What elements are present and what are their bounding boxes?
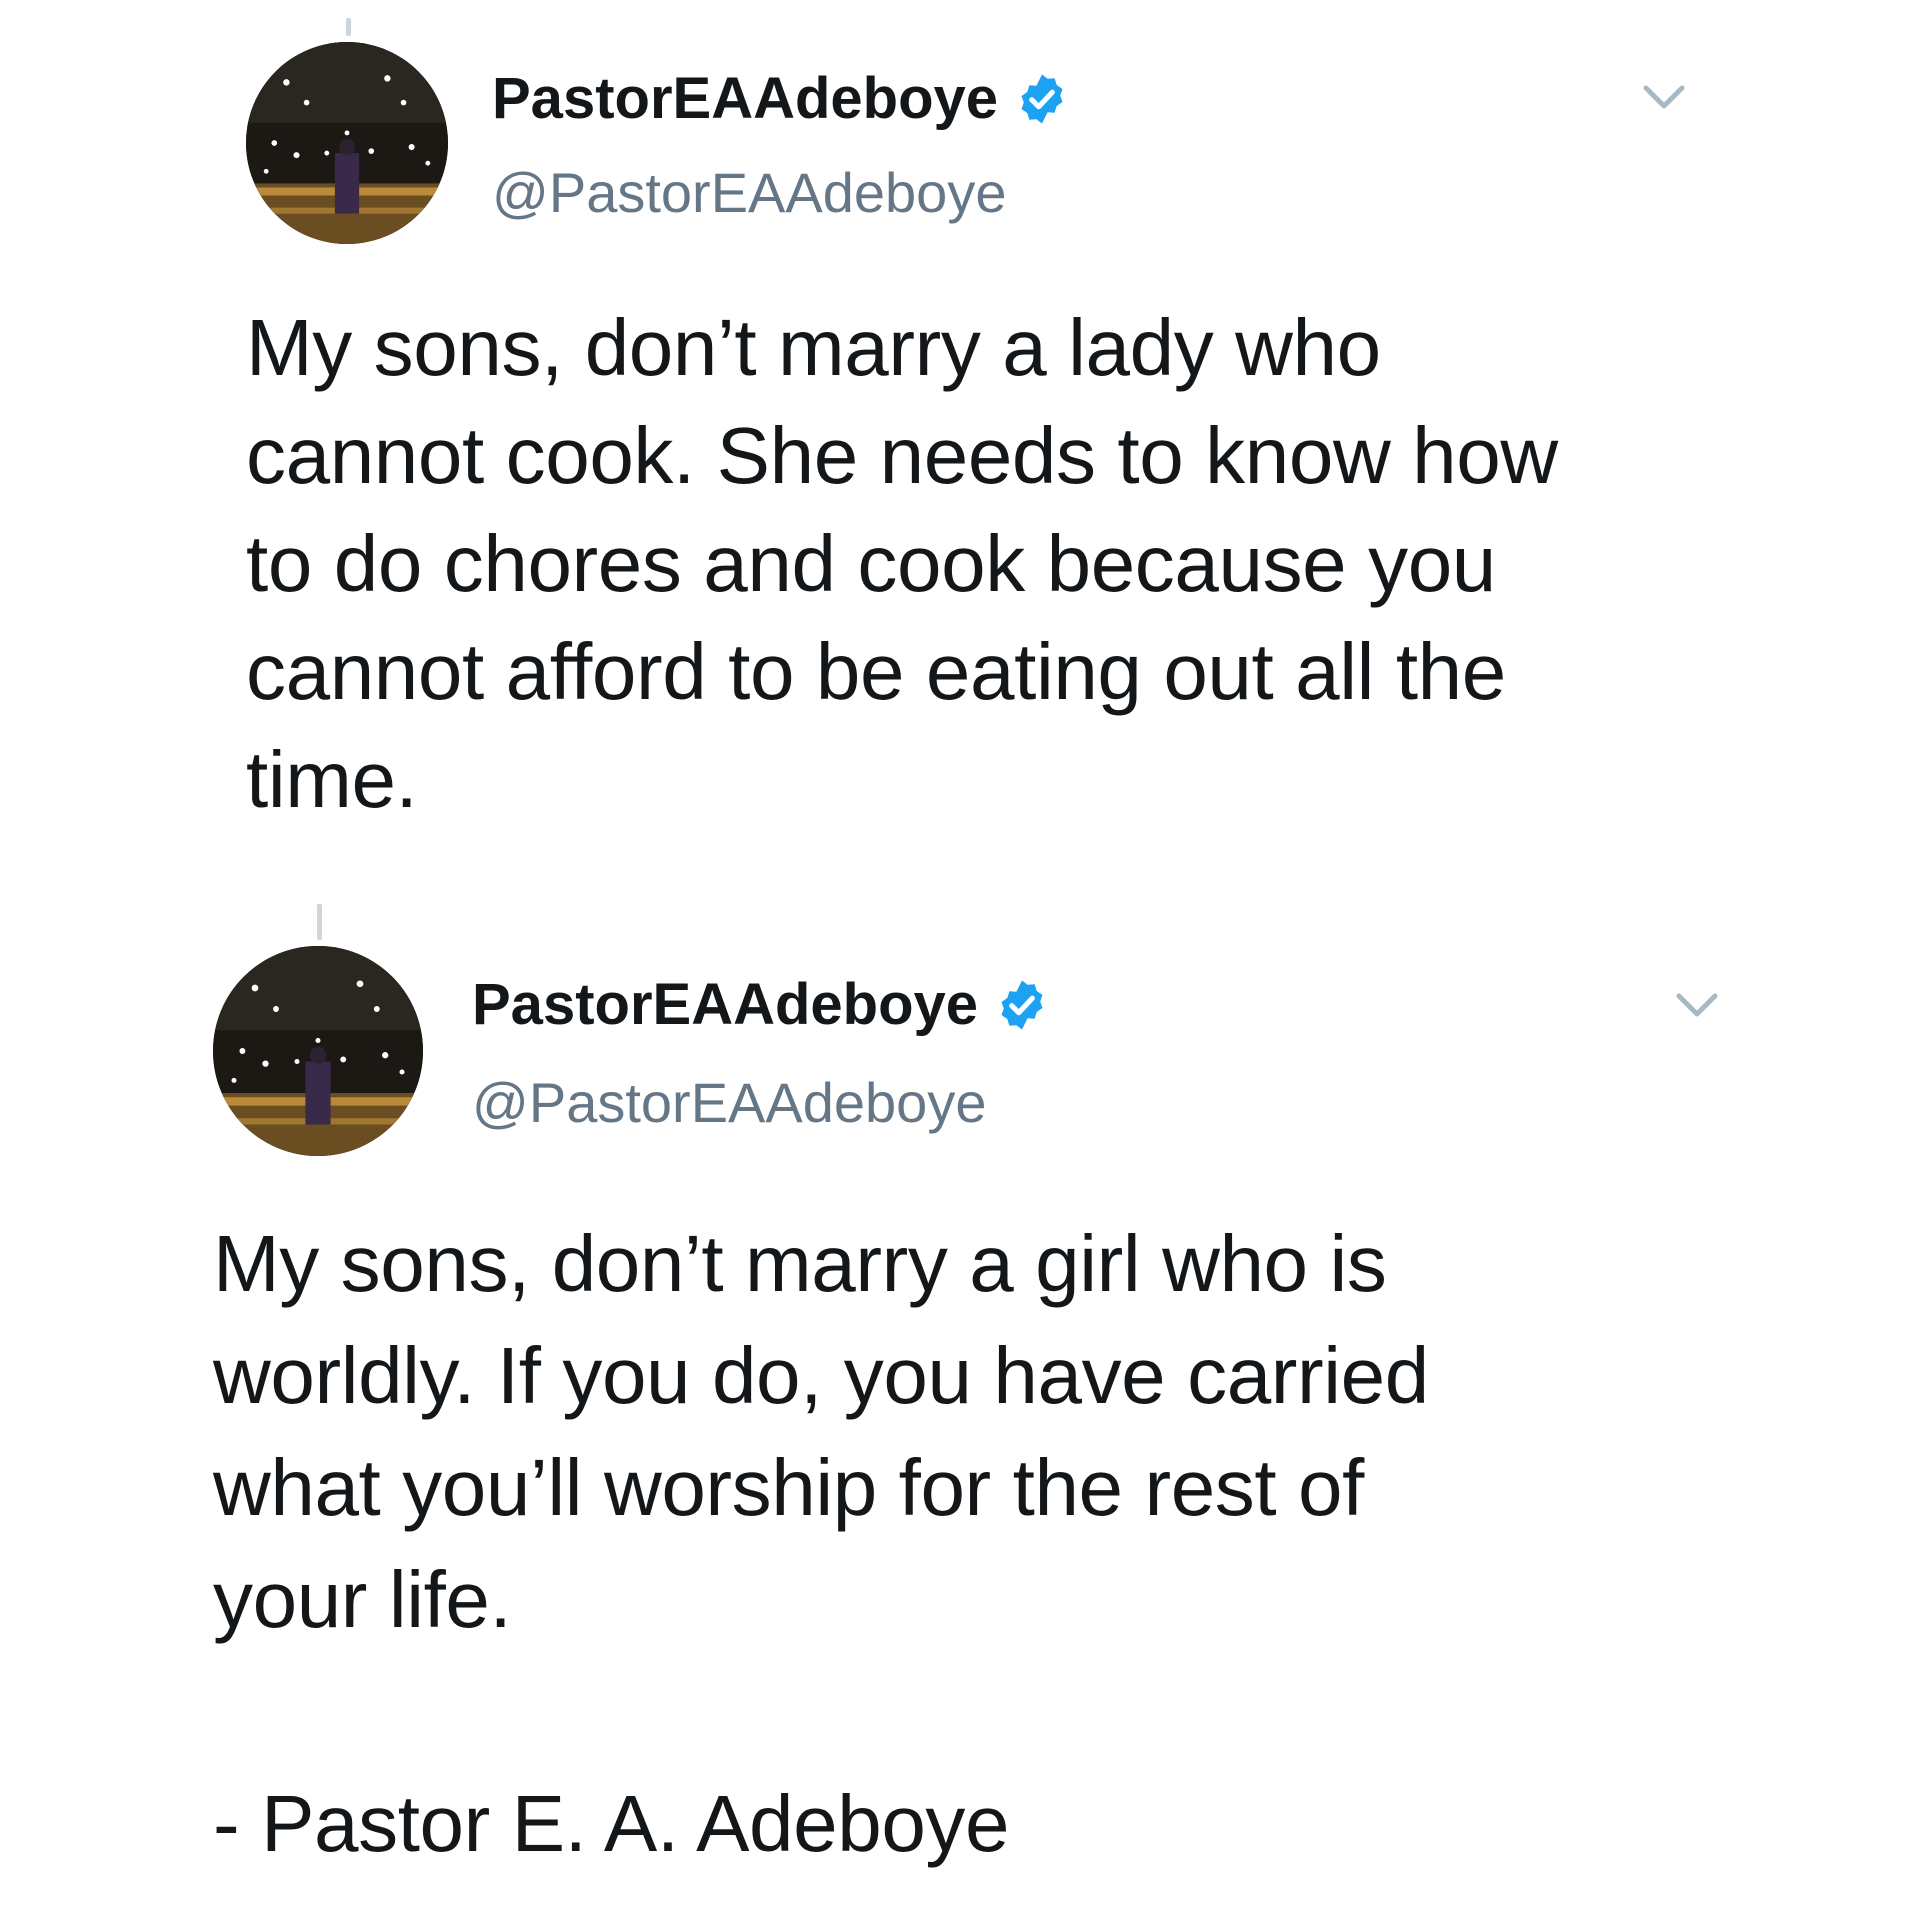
display-name-text: PastorEAAdeboye — [492, 66, 999, 131]
display-name[interactable]: PastorEAAdeboye — [472, 976, 1050, 1034]
chevron-down-icon[interactable] — [1675, 990, 1719, 1020]
avatar[interactable] — [246, 42, 448, 244]
display-name-text: PastorEAAdeboye — [472, 972, 979, 1037]
thread-line — [346, 18, 351, 36]
verified-badge-icon — [1014, 71, 1070, 127]
tweet-text: My sons, don’t marry a girl who is world… — [213, 1219, 1429, 1868]
cropped-hashtag-line: ​ — [214, 1903, 534, 1920]
chevron-down-icon[interactable] — [1642, 82, 1686, 112]
tweet-text: My sons, don’t marry a lady who cannot c… — [246, 303, 1558, 824]
handle[interactable]: @PastorEAAdeboye — [472, 1075, 986, 1131]
thread-line — [317, 904, 322, 940]
display-name[interactable]: PastorEAAdeboye — [492, 70, 1070, 128]
avatar[interactable] — [213, 946, 423, 1156]
verified-badge-icon — [994, 977, 1050, 1033]
handle[interactable]: @PastorEAAdeboye — [492, 165, 1006, 221]
